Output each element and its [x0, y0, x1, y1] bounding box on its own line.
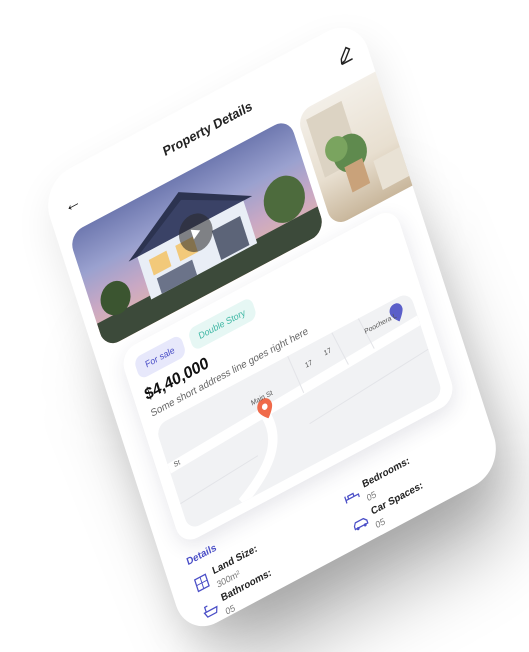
- play-icon: [190, 229, 201, 240]
- car-icon: [353, 517, 369, 531]
- bathtub-icon: [203, 605, 218, 618]
- land-size-icon: [193, 573, 210, 593]
- bed-icon: [344, 492, 360, 504]
- stage: ← Property Details For sale Double Story…: [0, 0, 529, 652]
- tag-double-story[interactable]: Double Story: [186, 296, 258, 352]
- detail-label: Bedrooms:: [361, 455, 412, 491]
- detail-value: 05: [365, 488, 378, 504]
- detail-value: 05: [374, 515, 387, 531]
